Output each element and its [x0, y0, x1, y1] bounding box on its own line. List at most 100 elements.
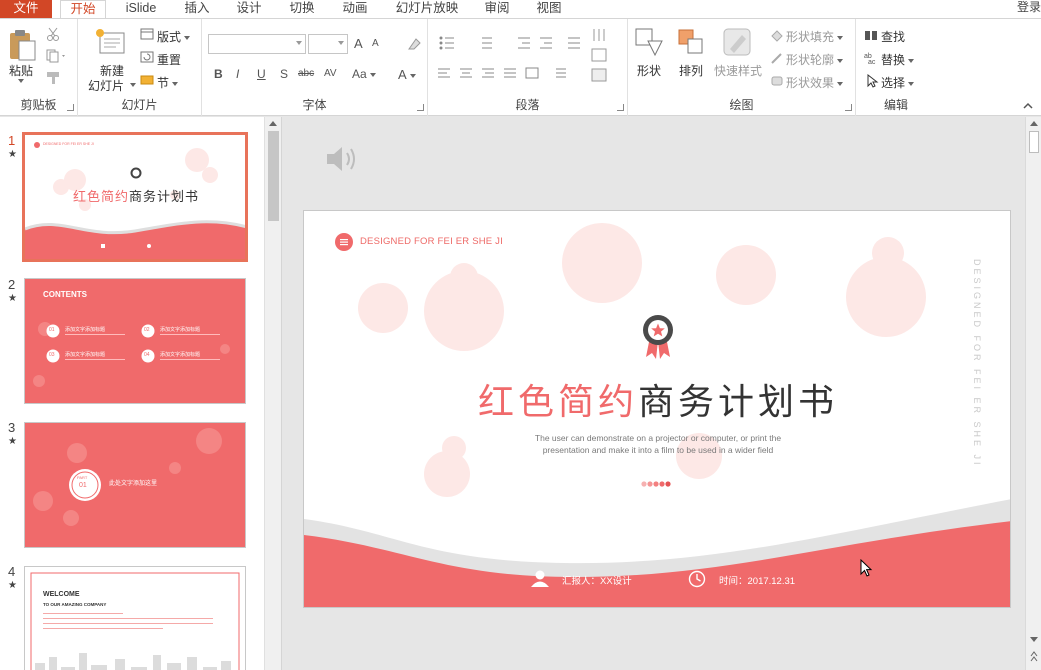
tab-animations[interactable]: 动画	[334, 0, 376, 18]
shadow-button[interactable]: S	[280, 67, 288, 81]
cut-icon[interactable]	[46, 27, 60, 41]
find-button[interactable]: 查找	[881, 28, 905, 45]
drawing-launcher[interactable]	[845, 104, 852, 111]
format-painter-icon[interactable]	[46, 71, 62, 85]
login-link[interactable]: 登录	[1017, 0, 1041, 14]
copy-icon[interactable]	[46, 49, 68, 63]
ribbon-tab-bar: 文件 开始 iSlide 插入 设计 切换 动画 幻灯片放映 审阅 视图 登录	[0, 0, 1041, 19]
slide-animation-star-1: ★	[8, 149, 17, 160]
slide-thumbnail-4[interactable]: WELCOME TO OUR AMAZING COMPANY	[24, 566, 246, 670]
slide-thumbnail-2[interactable]: CONTENTS 01 02 03 04 添加文字添加标题 添加文字添加标题 添…	[24, 278, 246, 404]
layout-icon[interactable]	[140, 28, 154, 40]
slide-reporter: 汇报人：XX设计	[562, 576, 632, 587]
tab-slideshow[interactable]: 幻灯片放映	[392, 0, 462, 18]
thumb3-heading: 此处文字添加这里	[109, 481, 158, 487]
slide-thumbnail-3[interactable]: PART 01 此处文字添加这里	[24, 422, 246, 548]
thumb2-item-4: 04	[144, 352, 150, 358]
prev-slide-icon[interactable]	[1029, 649, 1039, 665]
reset-button[interactable]: 重置	[157, 51, 181, 68]
italic-button[interactable]: I	[236, 67, 239, 81]
strikethrough-button[interactable]: abc	[298, 68, 314, 79]
tab-home[interactable]: 开始	[60, 0, 106, 19]
font-group: A A B I U S abc AV Aa A 字体	[202, 19, 428, 116]
text-direction-icons[interactable]	[590, 27, 612, 87]
slide-scroll-thumb[interactable]	[1029, 131, 1039, 153]
drawing-group-label: 绘图	[729, 98, 754, 112]
new-slide-label[interactable]: 幻灯片	[88, 77, 124, 94]
editing-group: 查找 ab ac 替换 选择 编辑	[856, 19, 936, 116]
change-case-button[interactable]: Aa	[352, 67, 376, 81]
collapse-ribbon-icon[interactable]	[1022, 101, 1034, 111]
shape-effects-button[interactable]: 形状效果	[786, 74, 844, 91]
thumb-scroll-thumb[interactable]	[268, 131, 279, 221]
section-button[interactable]: 节	[157, 74, 179, 91]
quick-styles-icon[interactable]	[722, 27, 754, 59]
tab-transitions[interactable]: 切换	[281, 0, 323, 18]
tab-design[interactable]: 设计	[228, 0, 270, 18]
tab-file[interactable]: 文件	[0, 0, 52, 18]
clipboard-group-label: 剪贴板	[20, 98, 57, 112]
font-color-button[interactable]: A	[398, 67, 416, 82]
char-spacing-button[interactable]: AV	[324, 68, 337, 79]
align-buttons-row[interactable]	[438, 67, 578, 81]
shape-fill-icon[interactable]	[770, 28, 784, 42]
current-slide[interactable]: DESIGNED FOR FEI ER SHE JI DESIGNED FOR …	[303, 210, 1011, 608]
arrange-icon[interactable]	[676, 27, 708, 59]
underline-button[interactable]: U	[257, 67, 266, 81]
new-slide-icon[interactable]	[94, 27, 126, 57]
slide-thumbnail-1[interactable]: DESIGNED FOR FEI ER SHE JI 红色简约商务计划书	[22, 132, 248, 262]
tab-view[interactable]: 视图	[528, 0, 570, 18]
thumbnail-scrollbar[interactable]	[264, 117, 281, 670]
tab-insert[interactable]: 插入	[176, 0, 218, 18]
layout-button[interactable]: 版式	[157, 28, 191, 45]
font-size-combo[interactable]	[308, 34, 348, 54]
speaker-icon[interactable]	[325, 143, 361, 175]
paste-icon[interactable]	[7, 29, 37, 61]
find-icon[interactable]	[864, 28, 878, 42]
arrange-button[interactable]: 排列	[679, 62, 703, 79]
slide-number-1: 1	[8, 133, 16, 148]
menu-icon	[335, 233, 353, 251]
font-launcher[interactable]	[417, 104, 424, 111]
slide-scroll-up[interactable]	[1030, 121, 1038, 126]
slide-number-2: 2	[8, 277, 16, 292]
page-dots	[641, 481, 671, 487]
paragraph-group-label: 段落	[515, 98, 540, 112]
thumb1-title: 红色简约商务计划书	[72, 189, 200, 204]
thumb3-part: PART	[77, 475, 88, 480]
paste-button[interactable]: 粘贴	[9, 62, 33, 79]
reset-icon[interactable]	[140, 51, 154, 63]
font-name-combo[interactable]	[208, 34, 306, 54]
person-icon	[531, 570, 549, 587]
slide-animation-star-3: ★	[8, 436, 17, 447]
tab-review[interactable]: 审阅	[476, 0, 518, 18]
shapes-icon[interactable]	[634, 27, 666, 59]
clipboard-launcher[interactable]	[67, 104, 74, 111]
shape-outline-icon[interactable]	[770, 51, 784, 65]
quick-styles-button[interactable]: 快速样式	[714, 62, 762, 79]
shape-outline-button[interactable]: 形状轮廓	[786, 51, 844, 68]
tab-islide[interactable]: iSlide	[118, 0, 164, 18]
thumb3-part-num: 01	[79, 482, 87, 489]
shapes-button[interactable]: 形状	[637, 62, 661, 79]
replace-icon[interactable]: abac	[864, 51, 878, 65]
thumb4-welcome: WELCOME	[43, 591, 80, 598]
shape-fill-button[interactable]: 形状填充	[786, 28, 844, 45]
slide-title: 红色简约商务计划书	[477, 381, 839, 422]
slide-scrollbar[interactable]	[1025, 117, 1041, 670]
thumb-scroll-up[interactable]	[269, 121, 277, 126]
slide-designed-text: DESIGNED FOR FEI ER SHE JI	[360, 236, 503, 247]
shrink-font-button[interactable]: A	[372, 38, 379, 49]
paragraph-launcher[interactable]	[617, 104, 624, 111]
bold-button[interactable]: B	[214, 67, 223, 81]
slide-animation-star-4: ★	[8, 580, 17, 591]
clear-format-icon[interactable]	[406, 37, 422, 51]
slide-scroll-down[interactable]	[1030, 637, 1038, 642]
select-button[interactable]: 选择	[881, 74, 915, 91]
select-cursor-icon[interactable]	[865, 74, 879, 88]
grow-font-button[interactable]: A	[354, 36, 363, 51]
replace-button[interactable]: 替换	[881, 51, 915, 68]
thumb2-item-2: 02	[144, 327, 150, 333]
section-icon[interactable]	[140, 74, 154, 86]
shape-effects-icon[interactable]	[770, 74, 784, 88]
